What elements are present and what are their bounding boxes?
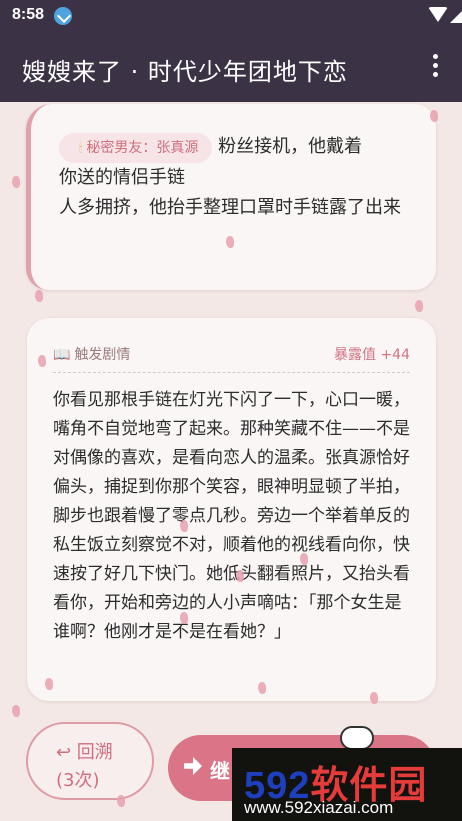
open-book-icon: 📖	[53, 347, 71, 363]
gamepad-icon	[340, 726, 374, 750]
petal	[117, 795, 125, 807]
divider	[53, 372, 410, 373]
rewind-count: (3次)	[56, 770, 100, 791]
watermark-url: www.592xiazai.com	[244, 798, 394, 817]
petal	[38, 355, 46, 367]
status-time: 8:58	[12, 6, 45, 23]
petal	[300, 553, 308, 565]
wifi-icon	[428, 7, 448, 22]
app-bar: 嫂嫂来了 · 时代少年团地下恋	[0, 32, 462, 102]
petal	[370, 692, 378, 704]
rewind-button[interactable]: ↩ 回溯 (3次)	[26, 722, 154, 800]
petal	[226, 236, 234, 248]
arrow-right-icon	[184, 757, 202, 775]
petal	[35, 290, 43, 302]
petal	[430, 110, 438, 122]
download-icon	[54, 7, 72, 25]
story-header: 📖 触发剧情 暴露值 +44	[53, 344, 410, 366]
page-title: 嫂嫂来了 · 时代少年团地下恋	[22, 58, 348, 86]
petal	[45, 678, 53, 690]
more-menu-icon[interactable]	[430, 54, 440, 80]
trigger-label: 触发剧情	[74, 347, 131, 363]
petal	[180, 612, 188, 624]
story-text: 你看见那根手链在灯光下闪了一下，心口一暖，嘴角不自觉地弯了起来。那种笑藏不住——…	[53, 390, 410, 642]
dialogue-text: 🕯 秘密男友：张真源 粉丝接机，他戴着 你送的情侣手链 人多拥挤，他抬手整理口罩时…	[59, 132, 419, 223]
speaker-badge: 🕯 秘密男友：张真源	[59, 133, 213, 163]
dialogue-line-3: 人多拥挤，他抬手整理口罩时手链露了出来	[59, 197, 401, 218]
status-bar: 8:58	[0, 0, 462, 32]
candle-icon: 🕯	[79, 141, 83, 155]
petal	[258, 682, 266, 694]
watermark-logo: 592软件园 www.592xiazai.com	[232, 748, 462, 821]
petal	[12, 705, 20, 717]
petal	[236, 570, 244, 582]
signal-icon	[450, 7, 462, 23]
rewind-label: ↩ 回溯	[56, 742, 113, 763]
speaker-name: 秘密男友：张真源	[86, 140, 199, 156]
petal	[180, 520, 188, 532]
petal	[415, 300, 423, 312]
dialogue-line-1: 粉丝接机，他戴着	[218, 136, 363, 157]
continue-label: 继	[210, 759, 230, 783]
dialogue-card: 🕯 秘密男友：张真源 粉丝接机，他戴着 你送的情侣手链 人多拥挤，他抬手整理口罩时…	[26, 104, 436, 290]
story-card: 📖 触发剧情 暴露值 +44 你看见那根手链在灯光下闪了一下，心口一暖，嘴角不自觉…	[27, 318, 436, 701]
petal	[12, 176, 20, 188]
exposure-value: 暴露值 +44	[334, 347, 410, 363]
dialogue-line-2: 你送的情侣手链	[59, 167, 185, 188]
